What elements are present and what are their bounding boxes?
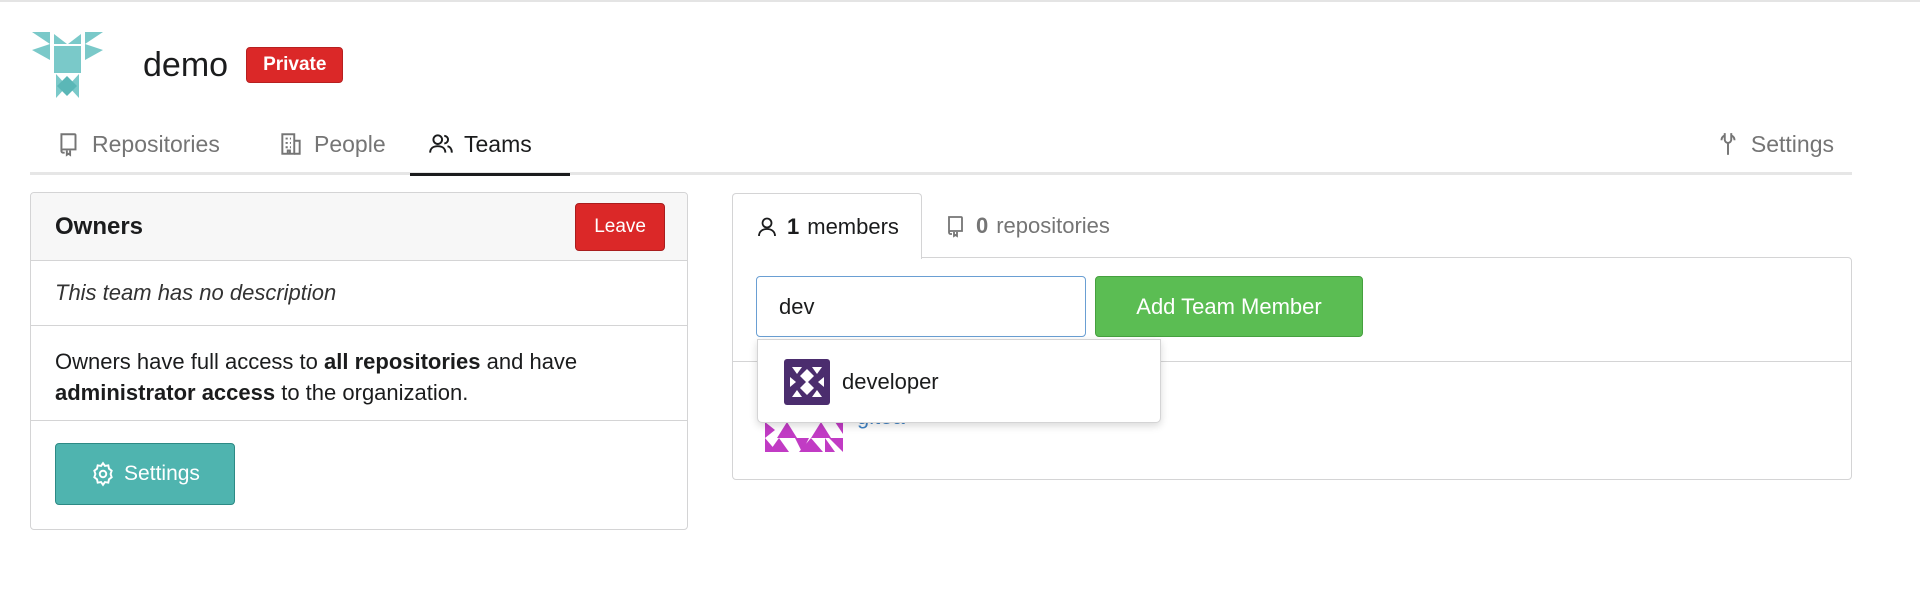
repo-icon [60,133,77,157]
autocomplete-option[interactable]: developer [758,340,1160,424]
nav-people-label: People [314,130,386,157]
info-bold-admin: administrator access [55,380,276,405]
person-icon [758,217,776,236]
tab-members[interactable]: 1 members [732,193,922,259]
info-bold-repositories: all repositories [324,349,481,374]
members-count: 1 [787,213,800,239]
info-text-1: Owners have full access to [55,349,325,374]
member-autocomplete-dropdown: developer [757,339,1161,423]
members-tab-label: members [807,213,899,239]
member-search-input[interactable] [756,276,1086,337]
org-nav: Repositories People Teams Settings [30,115,1852,176]
gear-icon [93,461,113,487]
info-text-2: and have [480,349,578,374]
nav-teams[interactable]: Teams [410,115,570,176]
tool-icon [1720,133,1736,155]
team-card-footer: Settings [31,421,687,527]
team-name: Owners [55,212,144,240]
add-team-member-button[interactable]: Add Team Member [1095,276,1363,337]
repositories-count: 0 [975,212,989,238]
repo-icon [948,215,963,238]
people-icon [429,134,453,153]
nav-settings[interactable]: Settings [1697,115,1852,173]
top-divider [0,0,1920,2]
team-settings-label: Settings [124,462,200,485]
private-badge: Private [246,47,344,83]
team-card: Owners Leave This team has no descriptio… [30,192,688,530]
nav-repositories-label: Repositories [92,130,220,157]
info-text-3: to the organization. [275,380,469,405]
nav-repositories[interactable]: Repositories [38,115,238,173]
nav-people[interactable]: People [260,115,404,173]
team-settings-button[interactable]: Settings [55,443,235,505]
tab-repositories[interactable]: 0 repositories [922,193,1132,258]
nav-teams-label: Teams [464,130,532,157]
organization-icon [281,133,301,155]
team-card-header: Owners Leave [31,193,687,261]
autocomplete-option-label: developer [842,369,939,394]
repositories-tab-label: repositories [996,212,1110,238]
user-avatar [784,359,830,405]
nav-settings-label: Settings [1750,130,1834,157]
org-avatar[interactable] [30,30,105,100]
team-description: This team has no description [31,261,687,326]
leave-team-button[interactable]: Leave [575,202,665,251]
team-permission-info: Owners have full access to all repositor… [31,326,687,421]
team-tabs: 1 members 0 repositories [732,193,1132,259]
org-header: demo Private [30,30,344,100]
org-name: demo [143,45,229,84]
